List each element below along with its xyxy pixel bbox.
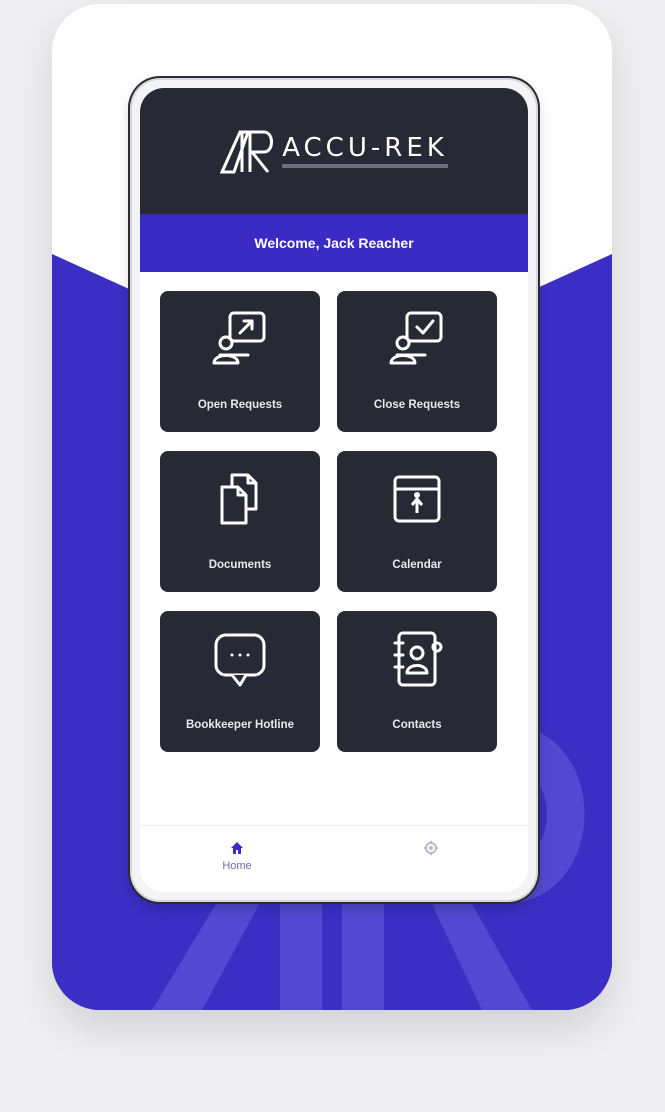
nav-settings[interactable] [371,826,491,856]
close-request-icon [389,311,443,365]
welcome-banner: Welcome, Jack Reacher [140,214,528,272]
bookkeeper-hotline-tile[interactable]: Bookkeeper Hotline [160,611,320,752]
brand-tagline-bar [282,164,448,168]
app-header: ACCU-REK [140,88,528,214]
nav-home[interactable]: Home [177,826,297,872]
promo-card: ACCU-REK Welcome, Jack Reacher Open Requ… [52,4,612,1010]
documents-icon [220,473,258,525]
chat-bubble-icon [214,633,266,687]
close-requests-tile[interactable]: Close Requests [337,291,497,432]
menu-grid: Open Requests Close Requests Documents C… [140,272,528,752]
calendar-tile[interactable]: Calendar [337,451,497,592]
tile-label: Bookkeeper Hotline [186,719,294,731]
app-screen: ACCU-REK Welcome, Jack Reacher Open Requ… [140,88,528,892]
tile-label: Open Requests [197,399,283,411]
calendar-icon [393,475,441,523]
open-request-icon [212,311,266,365]
tile-label: Contacts [392,719,442,731]
tile-label: Calendar [392,559,442,571]
bottom-nav: Home [140,825,528,892]
home-icon [231,842,243,854]
open-requests-tile[interactable]: Open Requests [160,291,320,432]
brand-name: ACCU-REK [282,133,448,163]
phone-frame: ACCU-REK Welcome, Jack Reacher Open Requ… [132,80,536,900]
brand-logo: ACCU-REK [220,126,448,176]
documents-tile[interactable]: Documents [160,451,320,592]
tile-label: Documents [208,559,272,571]
gear-icon [424,841,438,855]
contacts-book-icon [393,631,443,687]
ar-logo-icon [220,130,274,174]
nav-home-label: Home [222,860,252,872]
contacts-tile[interactable]: Contacts [337,611,497,752]
tile-label: Close Requests [373,399,461,411]
